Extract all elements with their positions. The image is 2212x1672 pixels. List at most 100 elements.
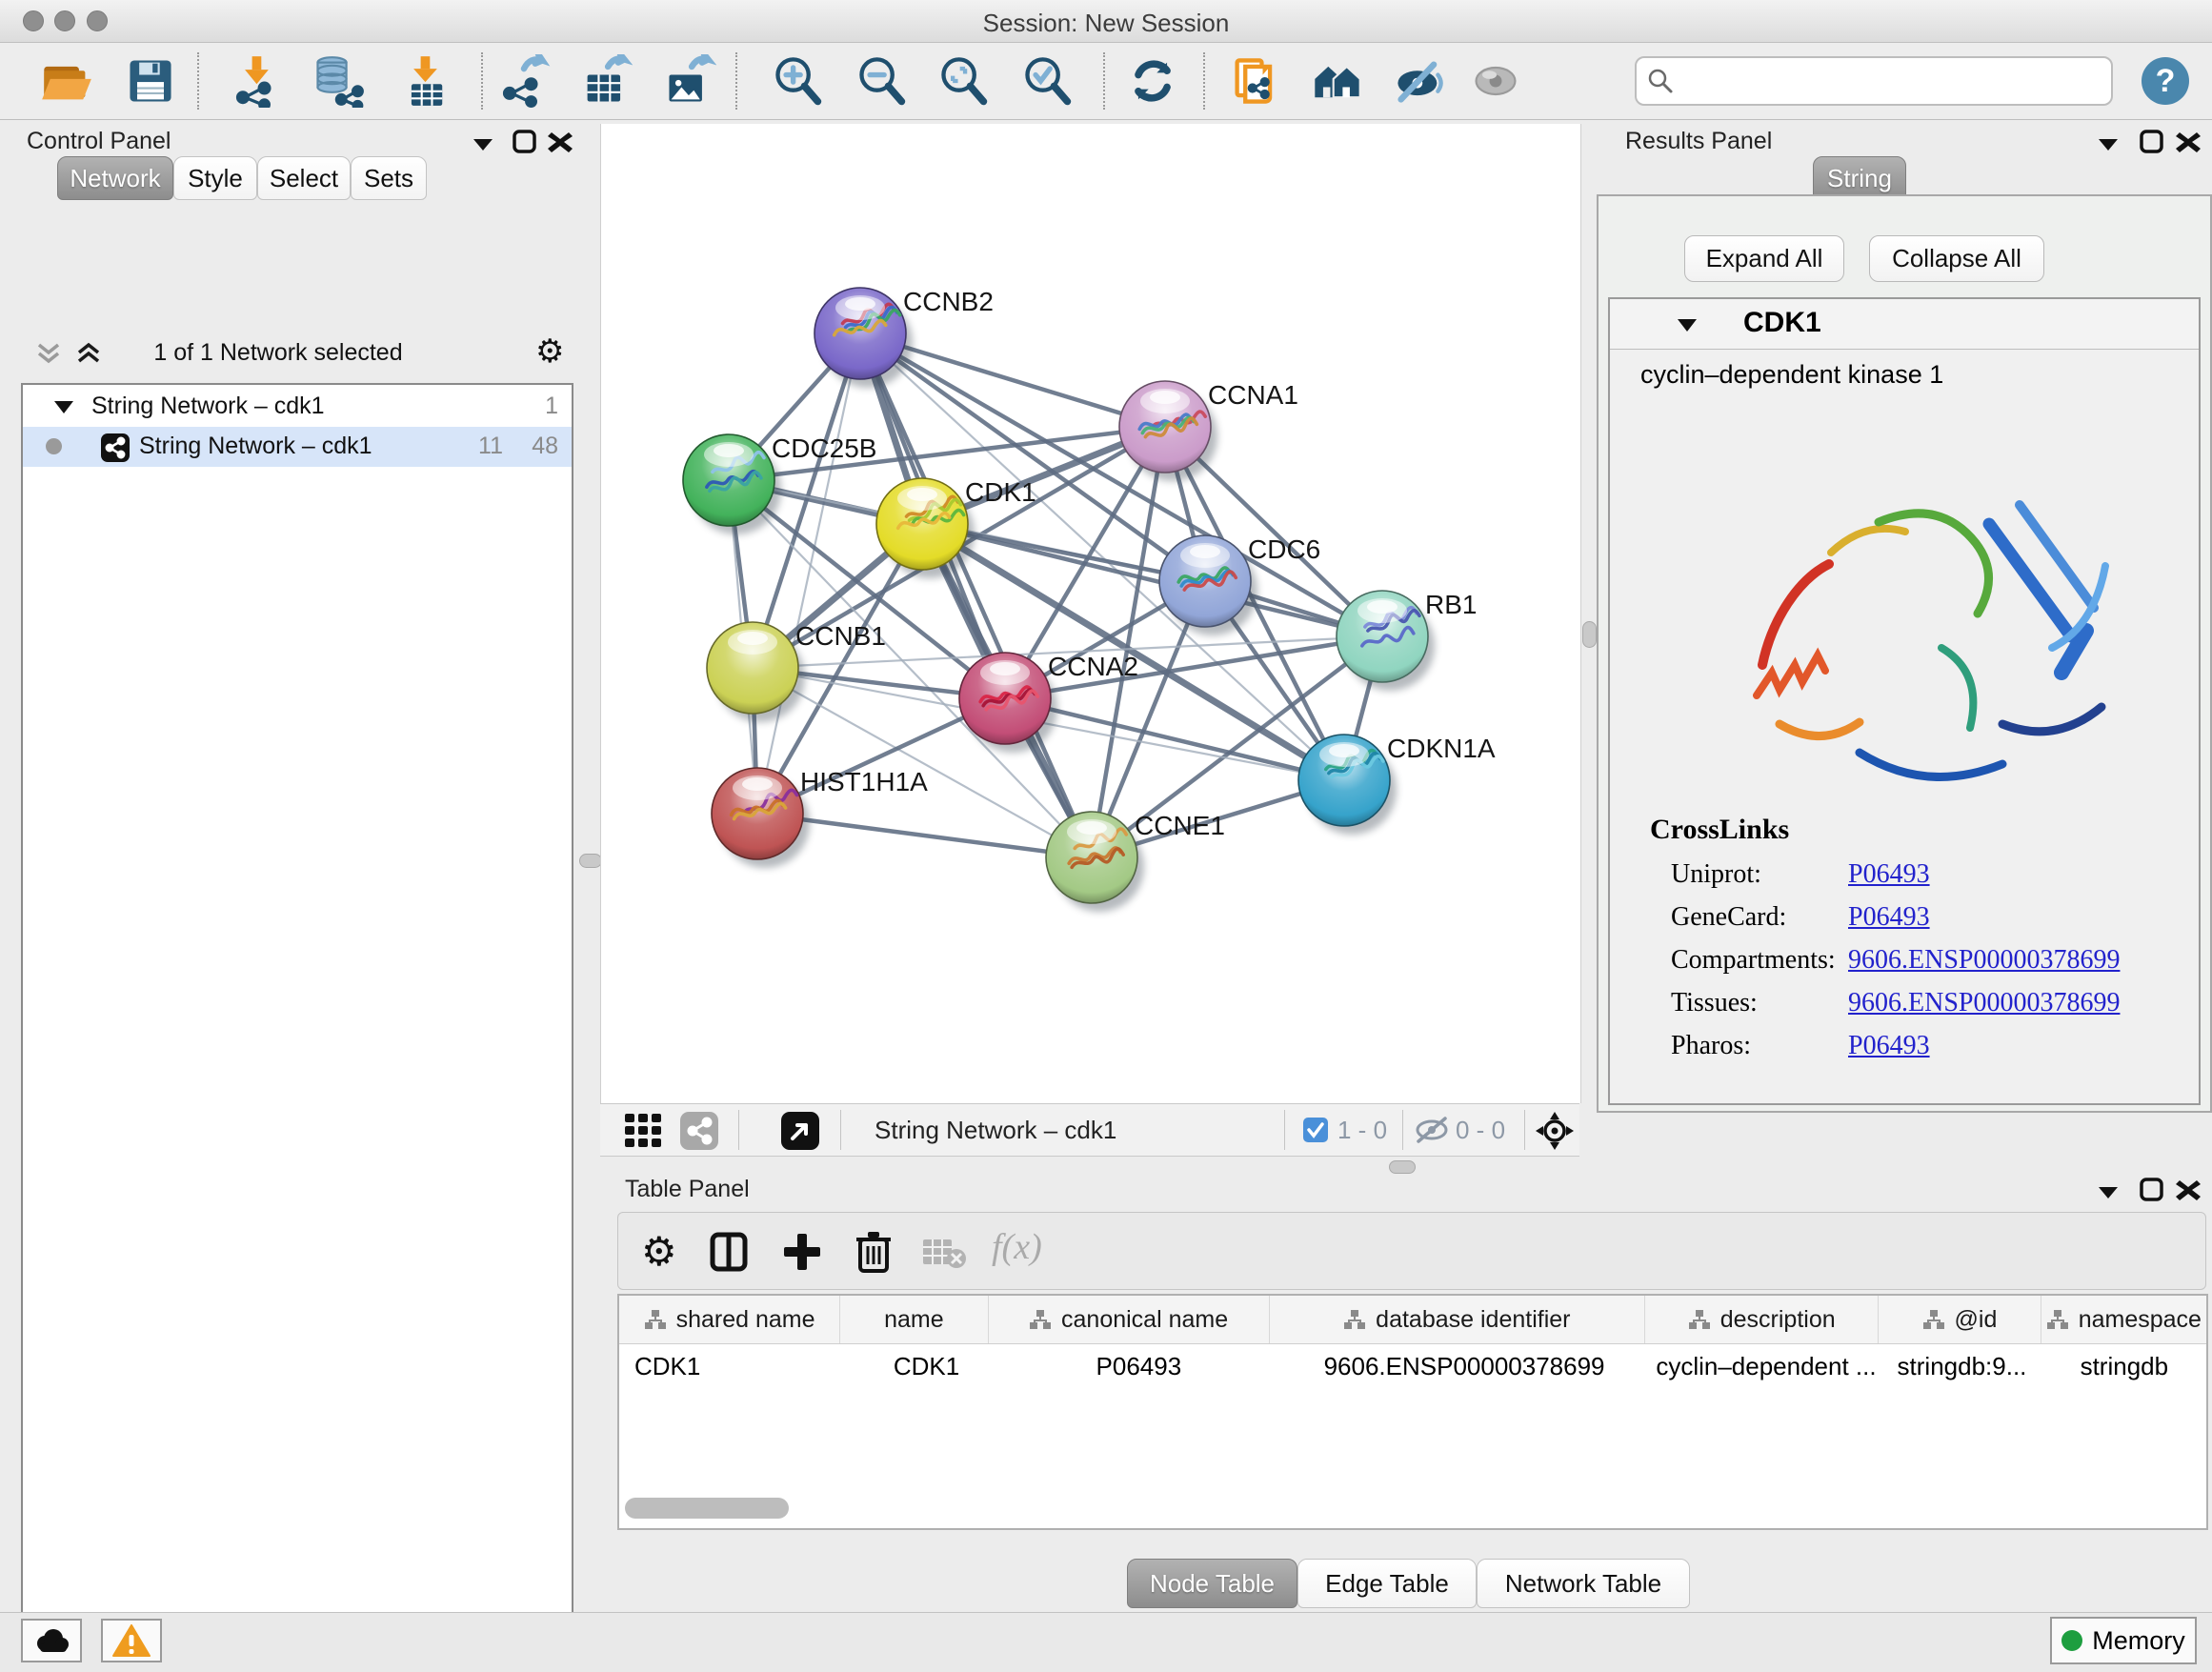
export-network-icon[interactable] [497,54,551,108]
float-panel-icon[interactable] [511,130,539,154]
collapse-all-button[interactable]: Collapse All [1869,235,2044,282]
crosslink-label: Tissues: [1671,988,1758,1018]
crosslink-pharos-link[interactable]: P06493 [1848,1031,1930,1061]
zoom-out-icon[interactable] [855,54,909,108]
node-label-CDKN1A: CDKN1A [1387,734,1496,763]
network-selection-bar: 1 of 1 Network selected ⚙ [21,328,570,379]
help-icon[interactable]: ? [2140,55,2191,107]
collection-count: 1 [545,393,558,420]
network-canvas[interactable]: CCNB2CCNA1CDC25BCDK1CDC6RB1CCNB1CCNA2CDK… [600,124,1581,1103]
show-all-networks-icon[interactable] [1311,54,1364,108]
column-header[interactable]: description [1645,1296,1879,1343]
search-input[interactable] [1680,62,2103,98]
memory-button[interactable]: Memory [2050,1617,2197,1664]
cloud-status-button[interactable] [21,1619,82,1662]
grid-view-icon[interactable] [625,1114,665,1148]
float-panel-icon[interactable] [2138,1178,2166,1202]
crosslink-tissues-link[interactable]: 9606.ENSP00000378699 [1848,988,2120,1018]
function-builder-icon[interactable]: f(x) [992,1226,1042,1268]
tab-node-table[interactable]: Node Table [1127,1559,1297,1608]
table-options-gear-icon[interactable]: ⚙ [641,1232,677,1272]
node-table: shared name name canonical name database… [617,1294,2208,1530]
warnings-button[interactable] [101,1619,162,1662]
collapse-all-networks-icon[interactable] [34,339,63,368]
column-header[interactable]: canonical name [989,1296,1270,1343]
zoom-in-icon[interactable] [772,54,825,108]
crosslink-genecard-link[interactable]: P06493 [1848,902,1930,933]
hierarchy-icon [644,1309,667,1330]
panel-menu-icon[interactable] [2094,131,2122,156]
hierarchy-icon [1343,1309,1366,1330]
node-gloss [742,777,773,791]
tab-network-table[interactable]: Network Table [1477,1559,1690,1608]
network-label: String Network – cdk1 [139,433,372,460]
protein-expander-icon[interactable] [1675,314,1699,335]
selected-count: 1 - 0 [1337,1116,1387,1145]
horizontal-scrollbar-thumb[interactable] [625,1498,789,1519]
protein-name: CDK1 [1743,307,1821,339]
column-header[interactable]: @id [1879,1296,2041,1343]
tab-sets[interactable]: Sets [351,156,427,200]
cloud-icon [32,1627,70,1654]
import-network-database-icon[interactable] [312,54,365,108]
duplicate-network-icon[interactable] [1229,54,1282,108]
column-header[interactable]: name [840,1296,988,1343]
panel-menu-icon[interactable] [469,131,497,156]
crosslink-uniprot-link[interactable]: P06493 [1848,859,1930,890]
expand-all-button[interactable]: Expand All [1684,235,1844,282]
selected-count-checkbox-icon[interactable] [1303,1118,1328,1142]
hidden-count-eye-icon[interactable] [1414,1116,1450,1144]
node-gloss [907,488,937,501]
search-field [1635,56,2113,106]
zoom-fit-icon[interactable] [937,54,991,108]
export-table-icon[interactable] [579,54,633,108]
open-folder-icon[interactable] [40,54,93,108]
protein-details-box: CDK1 cyclin–dependent kinase 1 CrossLink… [1608,297,2201,1105]
table-header-row: shared name name canonical name database… [619,1296,2206,1344]
crosslink-label: GeneCard: [1671,902,1786,933]
delete-column-trash-icon[interactable] [855,1230,893,1274]
tab-network[interactable]: Network [57,156,173,200]
protein-description: cyclin–dependent kinase 1 [1640,360,1943,390]
save-session-icon[interactable] [124,54,177,108]
add-column-icon[interactable] [782,1232,822,1272]
collection-expander-icon[interactable] [51,396,76,417]
crosslink-compartments-link[interactable]: 9606.ENSP00000378699 [1848,945,2120,976]
toolbar-separator [735,52,737,110]
expand-all-networks-icon[interactable] [74,339,103,368]
tab-select[interactable]: Select [257,156,351,200]
tab-style[interactable]: Style [173,156,257,200]
column-header[interactable]: database identifier [1270,1296,1646,1343]
network-graph[interactable]: CCNB2CCNA1CDC25BCDK1CDC6RB1CCNB1CCNA2CDK… [601,124,1580,1103]
network-collection-row[interactable]: String Network – cdk1 1 [23,387,572,427]
tab-edge-table[interactable]: Edge Table [1297,1559,1477,1608]
close-panel-icon[interactable] [546,130,574,154]
close-panel-icon[interactable] [2174,1178,2202,1202]
column-header[interactable]: shared name [619,1296,840,1343]
network-row-selected[interactable]: String Network – cdk1 11 48 [23,427,572,467]
close-panel-icon[interactable] [2174,130,2202,154]
table-row[interactable]: CDK1 CDK1 P06493 9606.ENSP00000378699 cy… [619,1344,2206,1388]
memory-label: Memory [2092,1626,2185,1656]
float-panel-icon[interactable] [2138,130,2166,154]
network-options-gear-icon[interactable]: ⚙ [535,335,564,368]
refresh-icon[interactable] [1126,54,1179,108]
detach-view-icon[interactable] [781,1112,819,1150]
export-image-icon[interactable] [663,54,716,108]
protein-header-row[interactable]: CDK1 [1610,299,2199,350]
network-view-icon[interactable] [680,1112,718,1150]
hide-selected-icon[interactable] [1393,54,1446,108]
import-network-icon[interactable] [231,54,284,108]
delete-table-icon[interactable] [921,1236,967,1270]
show-columns-icon[interactable] [710,1232,748,1272]
table-panel-title: Table Panel [625,1176,750,1203]
panel-menu-icon[interactable] [2094,1179,2122,1204]
crosslink-label: Uniprot: [1671,859,1761,890]
show-hidden-icon[interactable] [1469,54,1522,108]
birds-eye-view-icon[interactable] [1536,1112,1574,1150]
import-table-icon[interactable] [399,54,452,108]
left-splitter-handle[interactable] [579,854,602,868]
zoom-selected-icon[interactable] [1021,54,1075,108]
hierarchy-icon [2046,1309,2069,1330]
column-header[interactable]: namespace [2041,1296,2206,1343]
